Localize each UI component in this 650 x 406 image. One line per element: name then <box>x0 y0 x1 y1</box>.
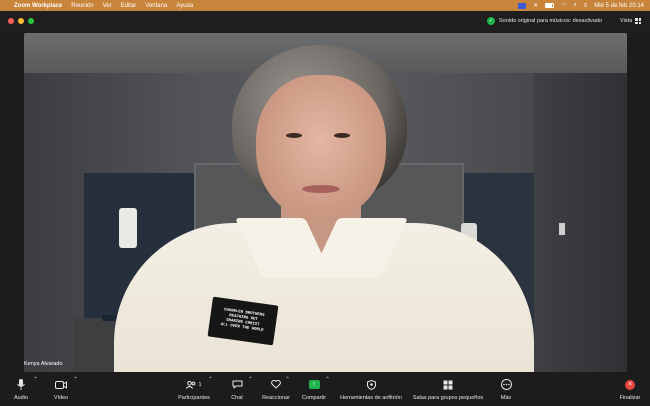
shield-check-icon: ✓ <box>487 17 495 25</box>
participants-button[interactable]: 1 Participantes <box>176 372 212 406</box>
video-camera-icon <box>55 378 67 392</box>
x-status-icon[interactable]: ✕ <box>533 2 538 9</box>
participant-count: 1 <box>198 381 202 388</box>
host-tools-button[interactable]: Herramientas de anfitrión <box>336 372 406 406</box>
background-outlet <box>559 223 565 235</box>
original-sound-label: Sonido original para músicos: desactivad… <box>499 18 603 24</box>
participants-icon: 1 <box>186 378 202 392</box>
audio-button[interactable]: Audio <box>10 372 32 406</box>
original-sound-indicator[interactable]: ✓ Sonido original para músicos: desactiv… <box>487 15 602 27</box>
share-options-chevron-icon[interactable]: ⌃ <box>325 376 330 383</box>
video-feed: CHANDLER BROTHERS REACHING OUT SHARING C… <box>24 33 627 372</box>
person-face <box>256 75 386 220</box>
chat-bubble-icon <box>232 378 243 392</box>
microphone-icon <box>17 378 25 392</box>
wifi-icon[interactable]: ◠ <box>561 2 566 9</box>
chat-options-chevron-icon[interactable]: ⌃ <box>248 376 253 383</box>
more-dots-icon <box>500 378 512 392</box>
control-center-icon[interactable]: ≡ <box>584 3 588 9</box>
person-lips <box>302 185 340 193</box>
heart-icon <box>271 378 281 392</box>
battery-icon[interactable] <box>545 3 555 8</box>
fullscreen-window-button[interactable] <box>28 18 34 24</box>
grid-view-icon <box>635 18 642 24</box>
menu-editar[interactable]: Editar <box>121 3 137 9</box>
share-button[interactable]: ↑ Compartir <box>300 372 328 406</box>
share-screen-icon: ↑ <box>308 380 320 389</box>
video-button[interactable]: Vídeo <box>50 372 72 406</box>
more-button[interactable]: Más <box>496 372 516 406</box>
window-titlebar: ✓ Sonido original para músicos: desactiv… <box>0 11 650 31</box>
person-eye-left <box>286 133 302 138</box>
close-window-button[interactable] <box>8 18 14 24</box>
view-label: Vista <box>620 18 633 24</box>
end-close-icon: × <box>625 379 635 390</box>
menu-ventana[interactable]: Ventana <box>145 3 167 9</box>
person-eye-right <box>334 133 350 138</box>
audio-options-chevron-icon[interactable]: ⌃ <box>33 376 38 383</box>
menu-ver[interactable]: Ver <box>103 3 112 9</box>
menu-reunion[interactable]: Reunión <box>71 3 93 9</box>
background-lamp-left <box>119 208 137 248</box>
breakout-rooms-button[interactable]: Salas para grupos pequeños <box>410 372 486 406</box>
zoom-status-icon[interactable] <box>518 2 527 9</box>
clock-datetime[interactable]: Mié 5 de feb 20:14 <box>594 3 644 9</box>
search-icon[interactable]: ⌕ <box>573 2 576 9</box>
minimize-window-button[interactable] <box>18 18 24 24</box>
view-button[interactable]: Vista <box>620 15 642 27</box>
host-shield-icon <box>366 378 376 392</box>
meeting-toolbar: Audio ⌃ Vídeo ⌃ 1 Participantes ⌃ Chat ⌃… <box>0 372 650 406</box>
chat-button[interactable]: Chat <box>227 372 247 406</box>
participants-options-chevron-icon[interactable]: ⌃ <box>208 376 213 383</box>
react-options-chevron-icon[interactable]: ⌃ <box>285 376 290 383</box>
menu-ayuda[interactable]: Ayuda <box>176 3 193 9</box>
background-right-wall <box>534 73 627 372</box>
breakout-rooms-icon <box>443 378 453 392</box>
menu-app-name[interactable]: Zoom Workplace <box>14 3 62 9</box>
video-options-chevron-icon[interactable]: ⌃ <box>73 376 78 383</box>
system-menubar: Zoom Workplace Reunión Ver Editar Ventan… <box>0 0 650 11</box>
end-meeting-button[interactable]: × Finalizar <box>617 372 643 406</box>
participant-name-tag: Kenya Alvarado <box>24 361 63 367</box>
